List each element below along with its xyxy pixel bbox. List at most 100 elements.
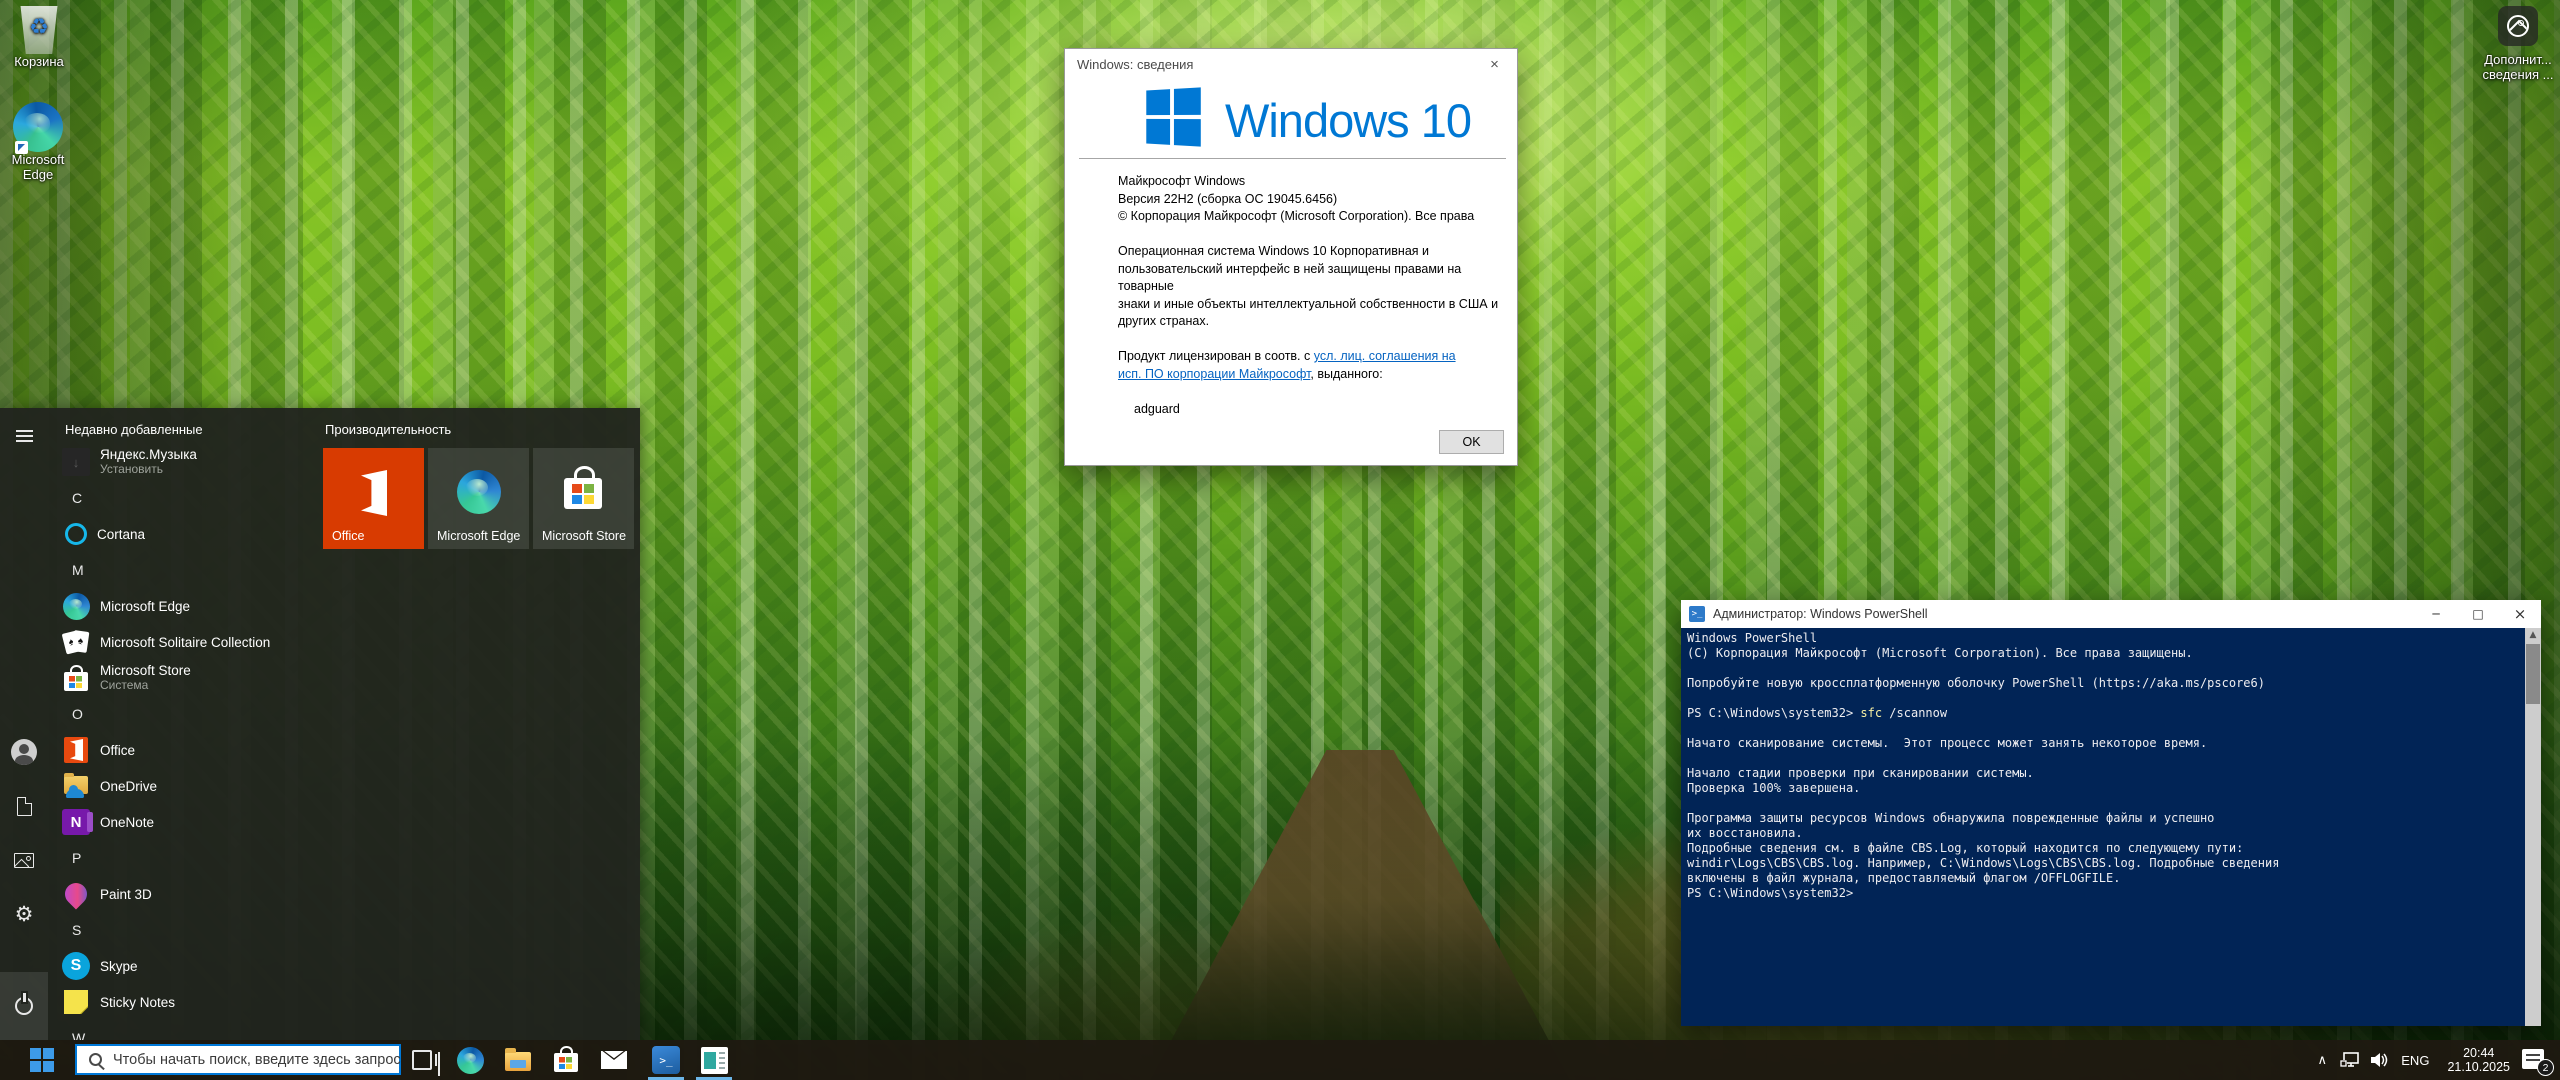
- volume-icon: [2370, 1052, 2390, 1068]
- app-item-solitaire[interactable]: ♠ ♠ Microsoft Solitaire Collection: [48, 624, 320, 660]
- license-agreement-link-2[interactable]: исп. ПО корпорации Майкрософт: [1118, 367, 1310, 381]
- settings-button[interactable]: ⚙: [0, 892, 48, 936]
- start-button[interactable]: [18, 1040, 66, 1080]
- edge-label-line2: Edge: [0, 167, 80, 182]
- dialog-titlebar[interactable]: Windows: сведения: [1065, 49, 1517, 79]
- minimize-button[interactable]: ─: [2415, 600, 2457, 628]
- legal-line-1: Операционная система Windows 10 Корпорат…: [1118, 243, 1510, 261]
- section-letter-o[interactable]: O: [48, 696, 320, 732]
- documents-button[interactable]: [0, 784, 48, 828]
- app-item-microsoft-store[interactable]: Microsoft Store Система: [48, 660, 320, 696]
- edge-icon: [62, 592, 90, 620]
- start-menu-tiles: Производительность Office Microsoft Edge…: [323, 408, 640, 1040]
- license-line-2: исп. ПО корпорации Майкрософт, выданного…: [1118, 366, 1510, 384]
- desktop-icon-microsoft-edge[interactable]: Microsoft Edge: [0, 102, 80, 182]
- onedrive-icon: [62, 772, 90, 800]
- app-item-paint3d[interactable]: Paint 3D: [48, 876, 320, 912]
- power-button[interactable]: [0, 984, 48, 1028]
- console-command-line: PS C:\Windows\system32> sfc /scannow: [1687, 706, 2521, 721]
- desktop: ♻ Корзина Microsoft Edge Дополнит... све…: [0, 0, 2560, 1080]
- app-label: Microsoft Solitaire Collection: [100, 635, 270, 650]
- console-line: Программа защиты ресурсов Windows обнару…: [1687, 811, 2521, 826]
- tray-chevron-button[interactable]: ∧: [2309, 1040, 2335, 1080]
- taskbar-edge-button[interactable]: [448, 1040, 492, 1080]
- close-button[interactable]: ×: [2499, 600, 2541, 628]
- section-letter-p[interactable]: P: [48, 840, 320, 876]
- user-account-button[interactable]: [0, 730, 48, 774]
- tile-label: Office: [332, 529, 364, 543]
- close-button[interactable]: ×: [1472, 49, 1517, 79]
- volume-button[interactable]: [2365, 1040, 2395, 1080]
- scrollbar[interactable]: ▲: [2525, 628, 2541, 1026]
- desktop-icon-spotlight-learn-more[interactable]: Дополнит... сведения ...: [2476, 6, 2560, 82]
- app-label: Cortana: [97, 527, 145, 542]
- pictures-button[interactable]: [0, 838, 48, 882]
- legal-line-4: других странах.: [1118, 313, 1510, 331]
- app-label: OneDrive: [100, 779, 157, 794]
- section-letter-m[interactable]: M: [48, 552, 320, 588]
- file-explorer-button[interactable]: [496, 1040, 540, 1080]
- maximize-button[interactable]: □: [2457, 600, 2499, 628]
- about-windows-dialog: Windows: сведения × Windows 10 Майкрософ…: [1064, 48, 1518, 466]
- store-icon: [62, 664, 90, 692]
- cortana-icon: [65, 523, 87, 545]
- app-label: Sticky Notes: [100, 995, 175, 1010]
- console-line: PS C:\Windows\system32>: [1687, 886, 2521, 901]
- scrollbar-thumb[interactable]: [2526, 644, 2540, 704]
- taskbar-powershell-button[interactable]: >_: [644, 1040, 688, 1080]
- windows-logo-icon: [30, 1048, 54, 1072]
- license-agreement-link[interactable]: усл. лиц. соглашения на: [1314, 349, 1456, 363]
- action-center-button[interactable]: 2: [2520, 1047, 2550, 1073]
- ok-button[interactable]: OK: [1439, 430, 1504, 454]
- app-item-sticky-notes[interactable]: Sticky Notes: [48, 984, 320, 1020]
- taskbar-store-button[interactable]: [544, 1040, 588, 1080]
- console-output[interactable]: Windows PowerShell (C) Корпорация Майкро…: [1681, 628, 2541, 1026]
- desktop-icon-recycle-bin[interactable]: ♻ Корзина: [0, 6, 81, 69]
- powershell-icon: >_: [652, 1046, 680, 1074]
- app-item-yandex-music[interactable]: Яндекс.Музыка Установить: [48, 444, 320, 480]
- tiles-group-header[interactable]: Производительность: [325, 422, 451, 437]
- section-letter-c[interactable]: C: [48, 480, 320, 516]
- tile-label: Microsoft Edge: [437, 529, 520, 543]
- office-icon: [353, 470, 393, 516]
- app-sublabel: Система: [100, 678, 191, 693]
- console-line: включены в файл журнала, предоставляемый…: [1687, 871, 2521, 886]
- network-button[interactable]: [2335, 1040, 2365, 1080]
- taskbar-window-app-button[interactable]: [692, 1040, 736, 1080]
- console-line: [1687, 661, 2521, 676]
- section-letter-w[interactable]: W: [48, 1020, 320, 1040]
- sticky-notes-icon: [62, 988, 90, 1016]
- paint3d-icon: [62, 880, 90, 908]
- task-view-button[interactable]: [400, 1040, 444, 1080]
- console-line: Начало стадии проверки при сканировании …: [1687, 766, 2521, 781]
- app-label: Skype: [100, 959, 138, 974]
- task-view-icon: [412, 1050, 432, 1070]
- legal-line-2: пользовательский интерфейс в ней защищен…: [1118, 261, 1510, 296]
- expand-menu-button[interactable]: [0, 414, 48, 458]
- tile-label: Microsoft Store: [542, 529, 626, 543]
- app-item-skype[interactable]: S Skype: [48, 948, 320, 984]
- clock[interactable]: 20:44 21.10.2025: [2447, 1046, 2510, 1075]
- tile-microsoft-store[interactable]: Microsoft Store: [533, 448, 634, 549]
- close-icon: ×: [1490, 56, 1499, 73]
- windows-flag-icon: [1146, 87, 1201, 146]
- app-item-onenote[interactable]: N OneNote: [48, 804, 320, 840]
- scroll-up-icon[interactable]: ▲: [2525, 630, 2541, 640]
- tile-microsoft-edge[interactable]: Microsoft Edge: [428, 448, 529, 549]
- taskbar-search-input[interactable]: Чтобы начать поиск, введите здесь запрос: [75, 1044, 401, 1075]
- windows10-logo-text: Windows 10: [1225, 93, 1471, 148]
- app-label: Яндекс.Музыка: [100, 447, 197, 462]
- app-item-cortana[interactable]: Cortana: [48, 516, 320, 552]
- spotlight-label-line2: сведения ...: [2476, 67, 2560, 82]
- app-item-microsoft-edge[interactable]: Microsoft Edge: [48, 588, 320, 624]
- console-line: Попробуйте новую кроссплатформенную обол…: [1687, 676, 2521, 691]
- language-indicator[interactable]: ENG: [2401, 1040, 2429, 1080]
- section-letter-s[interactable]: S: [48, 912, 320, 948]
- tile-office[interactable]: Office: [323, 448, 424, 549]
- app-item-onedrive[interactable]: OneDrive: [48, 768, 320, 804]
- app-item-office[interactable]: Office: [48, 732, 320, 768]
- powershell-titlebar[interactable]: >_ Администратор: Windows PowerShell: [1681, 600, 2541, 628]
- console-line: [1687, 751, 2521, 766]
- mail-button[interactable]: [592, 1040, 636, 1080]
- network-icon: [2340, 1052, 2360, 1068]
